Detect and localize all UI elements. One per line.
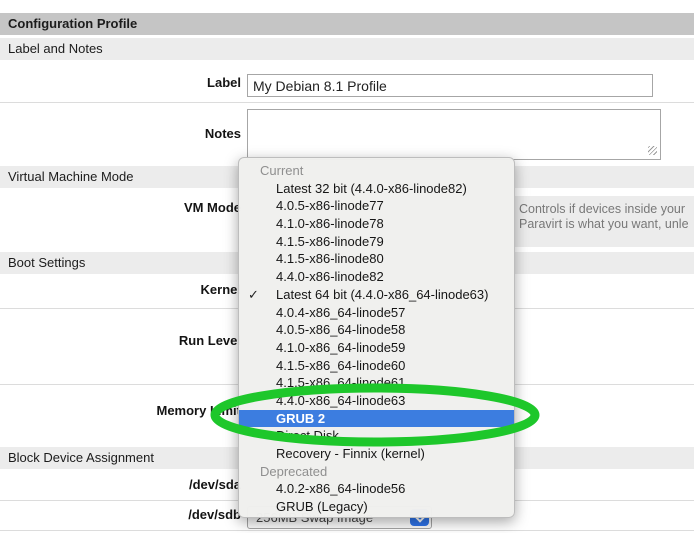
profile-label-input[interactable] bbox=[247, 74, 653, 97]
kernel-option-label: 4.1.5-x86_64-linode61 bbox=[276, 375, 405, 390]
kernel-option[interactable]: 4.4.0-x86_64-linode63 bbox=[239, 392, 514, 410]
kernel-option-label: 4.1.5-x86-linode80 bbox=[276, 251, 384, 266]
kernel-option-label: 4.0.5-x86_64-linode58 bbox=[276, 322, 405, 337]
kernel-option[interactable]: ✓ Latest 64 bit (4.4.0-x86_64-linode63) bbox=[239, 286, 514, 304]
vm-mode-field-label: VM Mode bbox=[0, 200, 241, 215]
kernel-option-label: 4.0.5-x86-linode77 bbox=[276, 198, 384, 213]
kernel-option-label: 4.1.0-x86_64-linode59 bbox=[276, 340, 405, 355]
kernel-option-label: Direct Disk bbox=[276, 428, 339, 443]
kernel-option[interactable]: 4.1.5-x86_64-linode60 bbox=[239, 357, 514, 375]
vm-mode-help-text: Controls if devices inside your Paravirt… bbox=[515, 196, 694, 247]
kernel-option-label: 4.0.2-x86_64-linode56 bbox=[276, 481, 405, 496]
dev-sdb-field-label: /dev/sdb bbox=[0, 507, 241, 522]
kernel-option[interactable]: 4.0.4-x86_64-linode57 bbox=[239, 304, 514, 322]
vm-mode-help-line2: Paravirt is what you want, unle bbox=[519, 217, 694, 232]
kernel-option[interactable]: 4.0.5-x86_64-linode58 bbox=[239, 321, 514, 339]
checkmark-icon: ✓ bbox=[248, 286, 259, 304]
run-level-field-label: Run Level bbox=[0, 333, 241, 348]
kernel-group-label: Deprecated bbox=[239, 463, 514, 481]
kernel-option[interactable]: GRUB 2 bbox=[239, 410, 514, 428]
section-label-and-notes: Label and Notes bbox=[0, 38, 694, 60]
label-field-label: Label bbox=[0, 75, 241, 90]
kernel-option-label: Current bbox=[260, 163, 303, 178]
kernel-option[interactable]: 4.1.0-x86_64-linode59 bbox=[239, 339, 514, 357]
kernel-dropdown-menu: Current Latest 32 bit (4.4.0-x86-linode82… bbox=[238, 157, 515, 518]
kernel-option[interactable]: 4.1.5-x86-linode79 bbox=[239, 233, 514, 251]
kernel-dropdown-list: Current Latest 32 bit (4.4.0-x86-linode82… bbox=[239, 162, 514, 516]
memory-limit-field-label: Memory Limit bbox=[0, 403, 241, 418]
configuration-profile-page: Configuration Profile Label and Notes La… bbox=[0, 0, 694, 533]
vm-mode-help-line1: Controls if devices inside your bbox=[519, 202, 694, 217]
kernel-option[interactable]: 4.1.0-x86-linode78 bbox=[239, 215, 514, 233]
kernel-option-label: Deprecated bbox=[260, 464, 327, 479]
kernel-option[interactable]: GRUB (Legacy) bbox=[239, 498, 514, 516]
kernel-option-label: GRUB 2 bbox=[276, 411, 325, 426]
kernel-option-label: 4.1.5-x86_64-linode60 bbox=[276, 358, 405, 373]
kernel-option-label: 4.1.0-x86-linode78 bbox=[276, 216, 384, 231]
page-title: Configuration Profile bbox=[0, 13, 694, 35]
dev-sda-field-label: /dev/sda bbox=[0, 477, 241, 492]
kernel-option-label: Recovery - Finnix (kernel) bbox=[276, 446, 425, 461]
kernel-option-label: 4.4.0-x86-linode82 bbox=[276, 269, 384, 284]
kernel-option[interactable]: Latest 32 bit (4.4.0-x86-linode82) bbox=[239, 180, 514, 198]
kernel-option[interactable]: 4.1.5-x86_64-linode61 bbox=[239, 374, 514, 392]
resize-handle-icon[interactable] bbox=[648, 146, 657, 155]
kernel-option[interactable]: 4.0.5-x86-linode77 bbox=[239, 197, 514, 215]
notes-field-label: Notes bbox=[0, 126, 241, 141]
kernel-option[interactable]: 4.0.2-x86_64-linode56 bbox=[239, 480, 514, 498]
kernel-group-label: Current bbox=[239, 162, 514, 180]
kernel-option-label: 4.1.5-x86-linode79 bbox=[276, 234, 384, 249]
kernel-option[interactable]: 4.4.0-x86-linode82 bbox=[239, 268, 514, 286]
notes-textarea[interactable] bbox=[247, 109, 661, 160]
kernel-field-label: Kernel bbox=[0, 282, 241, 297]
kernel-option-label: GRUB (Legacy) bbox=[276, 499, 368, 514]
kernel-option[interactable]: 4.1.5-x86-linode80 bbox=[239, 250, 514, 268]
kernel-option-label: 4.4.0-x86_64-linode63 bbox=[276, 393, 405, 408]
row-divider bbox=[0, 530, 694, 531]
kernel-option-label: Latest 64 bit (4.4.0-x86_64-linode63) bbox=[276, 287, 488, 302]
row-divider bbox=[0, 102, 694, 103]
kernel-option-label: 4.0.4-x86_64-linode57 bbox=[276, 305, 405, 320]
kernel-option[interactable]: Recovery - Finnix (kernel) bbox=[239, 445, 514, 463]
kernel-option-label: Latest 32 bit (4.4.0-x86-linode82) bbox=[276, 181, 467, 196]
kernel-option[interactable]: Direct Disk bbox=[239, 427, 514, 445]
